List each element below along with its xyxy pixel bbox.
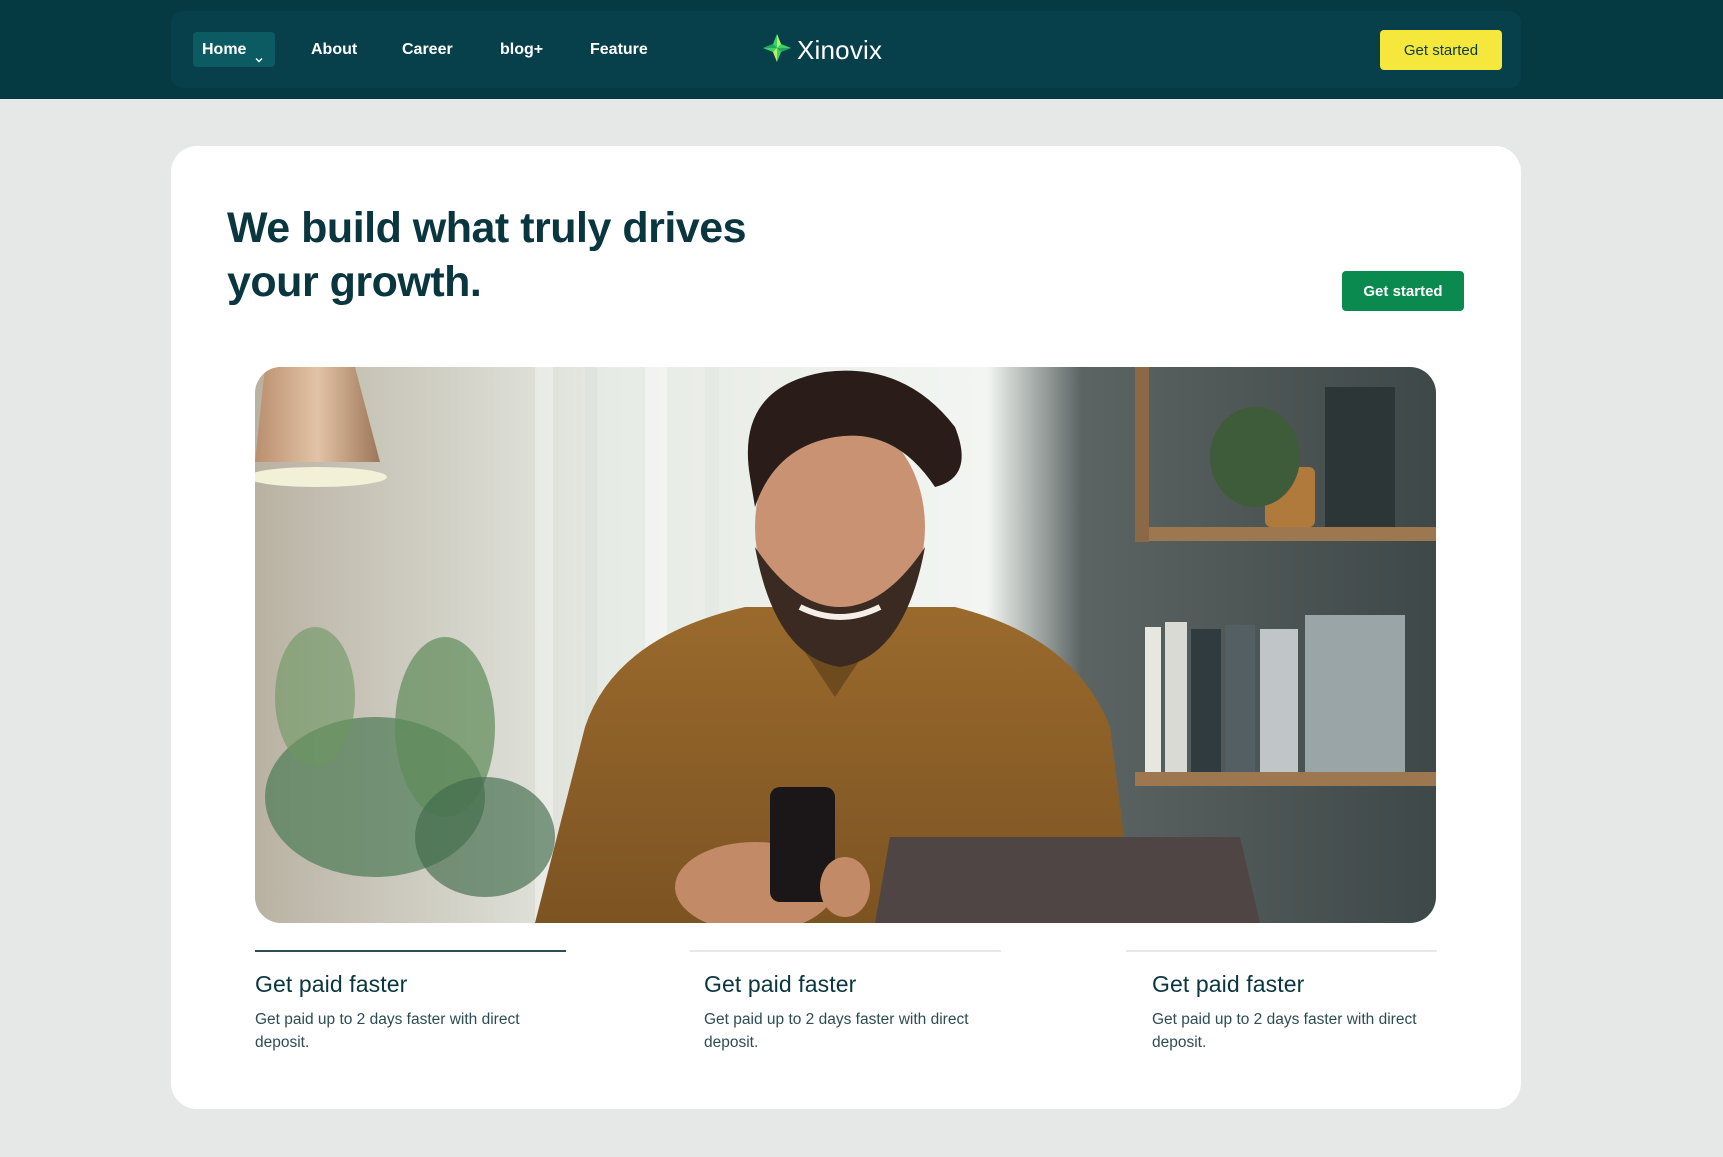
man-with-phone-illustration (255, 367, 1436, 923)
feature-item[interactable]: Get paid faster Get paid up to 2 days fa… (255, 950, 566, 1054)
header-get-started-button[interactable]: Get started (1380, 30, 1502, 70)
chevron-down-icon (254, 43, 264, 63)
brand-logo[interactable]: Xinovix (762, 32, 882, 68)
feature-progress-rule (1126, 950, 1437, 952)
main-navbar: Home About Career blog+ Feature Xinovix … (171, 11, 1521, 88)
nav-item-blog[interactable]: blog+ (500, 32, 543, 67)
feature-item[interactable]: Get paid faster Get paid up to 2 days fa… (1126, 950, 1437, 1054)
feature-description: Get paid up to 2 days faster with direct… (1152, 1011, 1417, 1051)
nav-item-about[interactable]: About (311, 32, 357, 67)
feature-description: Get paid up to 2 days faster with direct… (704, 1011, 969, 1051)
brand-name: Xinovix (797, 34, 883, 65)
feature-progress-rule (255, 950, 566, 952)
top-header: Home About Career blog+ Feature Xinovix … (0, 0, 1723, 99)
feature-title: Get paid faster (255, 971, 408, 997)
feature-title: Get paid faster (704, 971, 857, 997)
nav-item-home[interactable]: Home (193, 32, 276, 67)
nav-item-career[interactable]: Career (402, 32, 453, 67)
hero-get-started-button[interactable]: Get started (1342, 271, 1464, 311)
sparkle-logo-icon (762, 33, 792, 68)
nav-item-label: Home (202, 41, 247, 58)
hero-image (255, 367, 1436, 923)
hero-headline: We build what truly drives your growth. (227, 204, 747, 306)
feature-description: Get paid up to 2 days faster with direct… (255, 1011, 520, 1051)
feature-item[interactable]: Get paid faster Get paid up to 2 days fa… (690, 950, 1001, 1054)
nav-item-feature[interactable]: Feature (590, 32, 648, 67)
feature-title: Get paid faster (1152, 971, 1305, 997)
hero-card: We build what truly drives your growth. … (171, 146, 1521, 1109)
feature-progress-rule (690, 950, 1001, 952)
